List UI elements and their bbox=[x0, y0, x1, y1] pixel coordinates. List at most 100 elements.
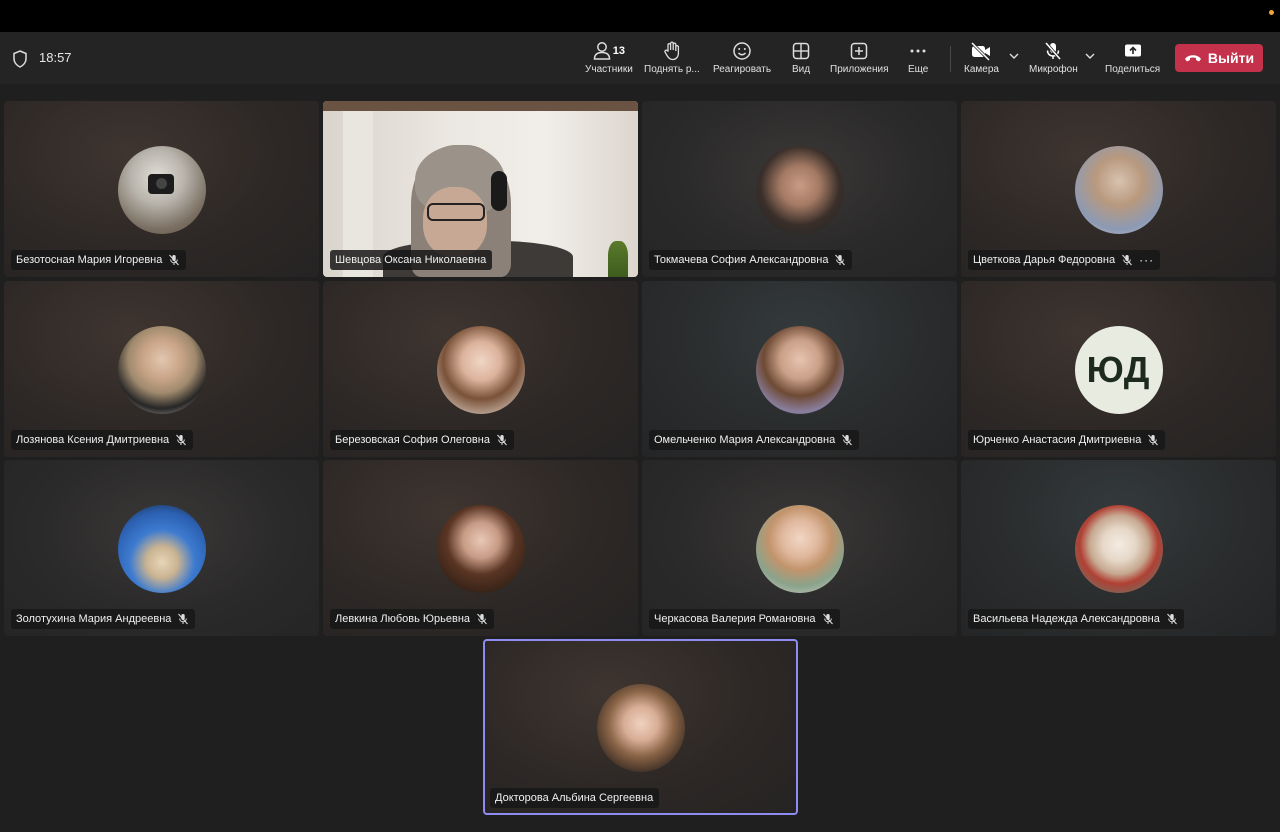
leave-button[interactable]: Выйти bbox=[1175, 44, 1263, 72]
microphone-label: Микрофон bbox=[1029, 64, 1078, 75]
avatar-initials: ЮД bbox=[1074, 326, 1163, 414]
more-label: Еще bbox=[908, 64, 929, 75]
participant-tile[interactable]: Левкина Любовь Юрьевна bbox=[323, 460, 638, 636]
participant-tile[interactable]: Березовская София Олеговна bbox=[323, 281, 638, 457]
participant-nameplate: Васильева Надежда Александровна bbox=[968, 609, 1184, 629]
participant-name: Лозянова Ксения Дмитриевна bbox=[16, 434, 170, 446]
avatar bbox=[117, 326, 206, 414]
grid-view-icon bbox=[792, 42, 810, 60]
more-icon bbox=[910, 49, 926, 53]
raise-hand-icon bbox=[664, 41, 679, 61]
participants-button[interactable]: 13 Участники bbox=[585, 40, 633, 80]
avatar bbox=[436, 505, 525, 593]
meeting-timer: 18:57 bbox=[39, 50, 72, 65]
camera-label: Камера bbox=[964, 64, 999, 75]
mic-muted-icon bbox=[822, 613, 833, 625]
participant-nameplate: Золотухина Мария Андреевна bbox=[11, 609, 196, 629]
mic-muted-icon bbox=[497, 434, 507, 446]
participant-tile[interactable]: Черкасова Валерия Романовна bbox=[642, 460, 957, 636]
view-button[interactable]: Вид bbox=[791, 40, 811, 80]
participant-nameplate: Докторова Альбина Сергеевна bbox=[490, 788, 660, 808]
meeting-toolbar: 18:57 13 Участники Поднять р... Реагиров… bbox=[0, 32, 1280, 84]
shield-icon[interactable] bbox=[12, 50, 28, 68]
participant-name: Юрченко Анастасия Дмитриевна bbox=[973, 434, 1142, 446]
apps-label: Приложения bbox=[830, 64, 889, 75]
mic-muted-icon bbox=[178, 613, 189, 625]
participant-name: Левкина Любовь Юрьевна bbox=[335, 613, 471, 625]
participant-tile[interactable]: Безотосная Мария Игоревна bbox=[4, 101, 319, 277]
participant-nameplate: Токмачева София Александровна bbox=[649, 250, 853, 270]
avatar bbox=[755, 326, 844, 414]
mic-muted-icon bbox=[477, 613, 487, 625]
participant-nameplate: Безотосная Мария Игоревна bbox=[11, 250, 187, 270]
participant-nameplate: Омельченко Мария Александровна bbox=[649, 430, 860, 450]
avatar bbox=[117, 505, 206, 593]
mic-muted-icon bbox=[176, 434, 187, 446]
avatar bbox=[117, 146, 206, 234]
avatar bbox=[755, 146, 844, 234]
react-button[interactable]: Реагировать bbox=[713, 40, 771, 80]
participant-tile[interactable]: Лозянова Ксения Дмитриевна bbox=[4, 281, 319, 457]
add-app-icon bbox=[851, 42, 868, 60]
raise-hand-label: Поднять р... bbox=[644, 64, 700, 75]
participant-name: Безотосная Мария Игоревна bbox=[16, 254, 163, 266]
participant-name: Березовская София Олеговна bbox=[335, 434, 490, 446]
mic-muted-icon bbox=[835, 254, 846, 266]
avatar bbox=[755, 505, 844, 593]
smiley-icon bbox=[733, 42, 751, 60]
participant-tile[interactable]: Шевцова Оксана Николаевна bbox=[323, 101, 638, 277]
react-label: Реагировать bbox=[713, 64, 772, 75]
camera-options-chevron-down-icon[interactable] bbox=[1009, 52, 1019, 60]
share-label: Поделиться bbox=[1105, 64, 1161, 75]
participant-tile-active-speaker[interactable]: Докторова Альбина Сергеевна bbox=[483, 639, 798, 815]
participant-tile[interactable]: Омельченко Мария Александровна bbox=[642, 281, 957, 457]
more-button[interactable]: Еще bbox=[908, 40, 928, 80]
participant-tile[interactable]: Цветкова Дарья Федоровна ··· bbox=[961, 101, 1276, 277]
share-button[interactable]: Поделиться bbox=[1105, 40, 1160, 80]
avatar bbox=[1074, 505, 1163, 593]
leave-label: Выйти bbox=[1207, 50, 1255, 66]
participant-nameplate: Черкасова Валерия Романовна bbox=[649, 609, 840, 629]
participant-name: Докторова Альбина Сергеевна bbox=[495, 792, 654, 804]
camera-button[interactable]: Камера bbox=[964, 40, 999, 80]
participant-name: Шевцова Оксана Николаевна bbox=[335, 254, 487, 266]
participant-count: 13 bbox=[612, 45, 626, 57]
participant-name: Токмачева София Александровна bbox=[654, 254, 829, 266]
participant-tile[interactable]: Токмачева София Александровна bbox=[642, 101, 957, 277]
participant-nameplate: Лозянова Ксения Дмитриевна bbox=[11, 430, 194, 450]
participant-name: Цветкова Дарья Федоровна bbox=[973, 254, 1116, 266]
mic-muted-icon bbox=[169, 254, 180, 266]
raise-hand-button[interactable]: Поднять р... bbox=[644, 40, 700, 80]
mic-muted-icon bbox=[1148, 434, 1159, 446]
participant-more-options[interactable]: ··· bbox=[1139, 253, 1154, 267]
apps-button[interactable]: Приложения bbox=[830, 40, 889, 80]
recording-indicator-dot bbox=[1269, 10, 1274, 15]
hang-up-icon bbox=[1184, 55, 1201, 62]
camera-off-icon bbox=[971, 41, 991, 61]
participant-name: Васильева Надежда Александровна bbox=[973, 613, 1160, 625]
avatar bbox=[436, 326, 525, 414]
participant-nameplate: Березовская София Олеговна bbox=[330, 430, 514, 450]
toolbar-divider bbox=[950, 46, 951, 72]
participant-nameplate: Шевцова Оксана Николаевна bbox=[330, 250, 493, 270]
participant-name: Черкасова Валерия Романовна bbox=[654, 613, 816, 625]
participant-name: Золотухина Мария Андреевна bbox=[16, 613, 172, 625]
avatar bbox=[1074, 146, 1163, 234]
view-label: Вид bbox=[791, 64, 811, 75]
mic-muted-icon bbox=[842, 434, 853, 446]
participant-nameplate: Цветкова Дарья Федоровна ··· bbox=[968, 250, 1161, 270]
participant-tile[interactable]: Васильева Надежда Александровна bbox=[961, 460, 1276, 636]
participants-label: Участники bbox=[585, 64, 633, 75]
participant-nameplate: Юрченко Анастасия Дмитриевна bbox=[968, 430, 1166, 450]
participant-name: Омельченко Мария Александровна bbox=[654, 434, 836, 446]
people-icon bbox=[593, 42, 611, 60]
mic-options-chevron-down-icon[interactable] bbox=[1085, 52, 1095, 60]
window-titlebar bbox=[0, 0, 1280, 32]
mic-off-icon bbox=[1045, 42, 1062, 60]
participant-tile[interactable]: Золотухина Мария Андреевна bbox=[4, 460, 319, 636]
share-screen-icon bbox=[1124, 44, 1141, 57]
participant-tile[interactable]: ЮД Юрченко Анастасия Дмитриевна bbox=[961, 281, 1276, 457]
mic-muted-icon bbox=[1166, 613, 1177, 625]
mic-muted-icon bbox=[1122, 254, 1132, 266]
microphone-button[interactable]: Микрофон bbox=[1029, 40, 1078, 80]
